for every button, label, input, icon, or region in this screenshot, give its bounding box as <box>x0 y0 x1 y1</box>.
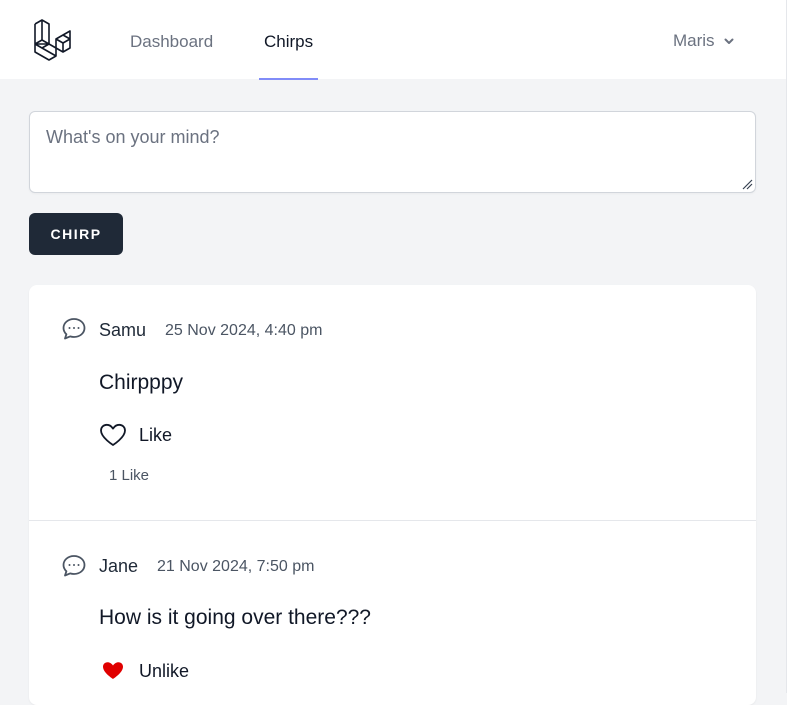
heart-outline-icon <box>100 423 126 446</box>
chat-bubble-icon <box>62 318 86 340</box>
laravel-logo-icon[interactable] <box>32 18 76 62</box>
unlike-button[interactable]: Unlike <box>99 656 189 686</box>
nav-link-dashboard[interactable]: Dashboard <box>130 0 213 80</box>
chirps-feed: Samu 25 Nov 2024, 4:40 pm Chirpppy Like … <box>29 285 756 705</box>
user-menu-dropdown[interactable]: Maris <box>673 29 735 53</box>
heart-filled-icon <box>103 662 123 679</box>
user-name: Maris <box>673 31 715 50</box>
nav-link-chirps[interactable]: Chirps <box>258 0 319 80</box>
unlike-label: Unlike <box>139 660 190 681</box>
chirp-item: Samu 25 Nov 2024, 4:40 pm Chirpppy Like … <box>29 285 756 521</box>
chirp-message: How is it going over there??? <box>99 606 371 629</box>
like-label: Like <box>139 424 173 445</box>
like-button[interactable]: Like <box>99 420 172 450</box>
chat-bubble-icon <box>62 555 86 577</box>
like-count: 1 Like <box>109 467 150 484</box>
chirp-item: Jane 21 Nov 2024, 7:50 pm How is it goin… <box>29 521 756 705</box>
chirp-message: Chirpppy <box>99 371 184 394</box>
top-navigation: Dashboard Chirps Maris <box>0 0 786 80</box>
chevron-down-icon <box>724 38 734 44</box>
chirp-author: Jane <box>99 556 139 576</box>
chirp-timestamp: 21 Nov 2024, 7:50 pm <box>157 558 315 575</box>
chirp-submit-button[interactable]: CHIRP <box>29 213 123 255</box>
chirp-author: Samu <box>99 320 147 340</box>
chirp-timestamp: 25 Nov 2024, 4:40 pm <box>165 322 323 339</box>
chirp-message-textarea[interactable] <box>29 111 756 193</box>
